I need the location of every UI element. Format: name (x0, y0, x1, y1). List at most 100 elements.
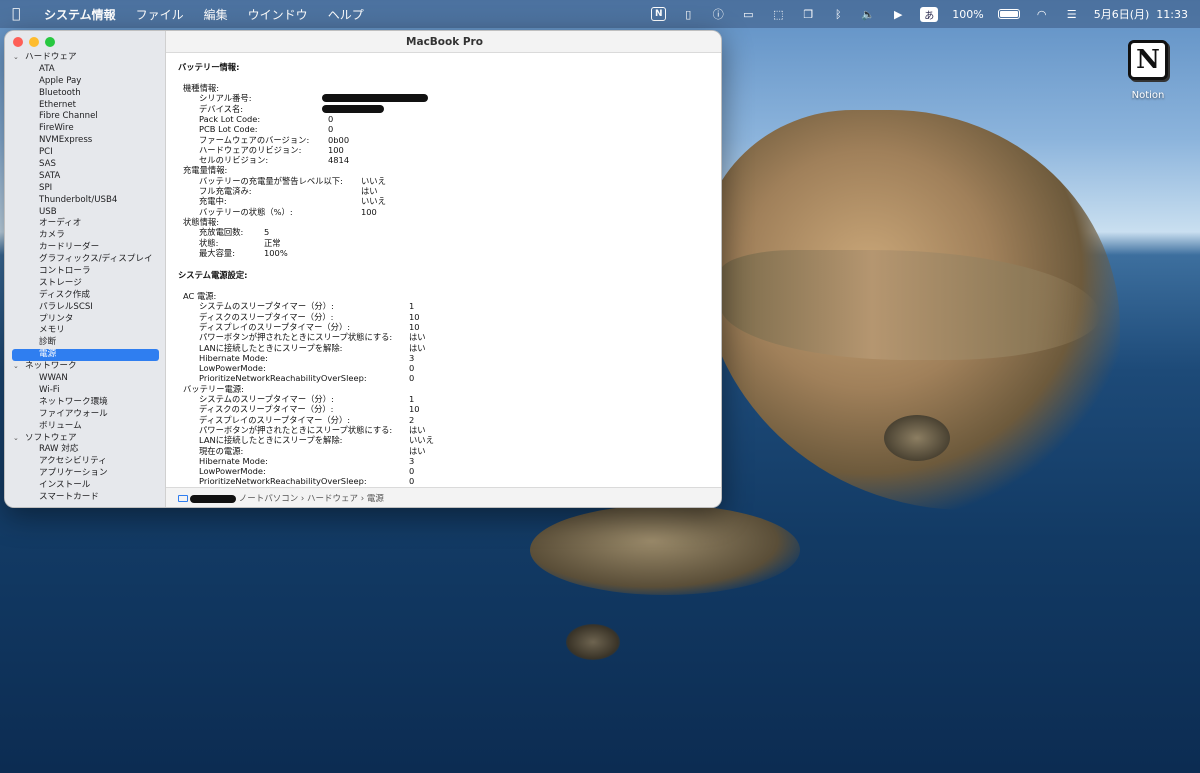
report-row: フル充電済み: はい (166, 186, 721, 196)
notion-desktop-app[interactable]: N Notion (1120, 40, 1176, 101)
sidebar-item[interactable]: 診断 (5, 337, 165, 349)
path-segment[interactable]: ノートパソコン (239, 494, 299, 504)
path-separator: › (300, 494, 305, 504)
sidebar-item[interactable]: パラレルSCSI (5, 302, 165, 314)
report-row: Hibernate Mode: 3 (166, 456, 721, 466)
sidebar-item[interactable]: ボリューム (5, 421, 165, 433)
sidebar-item[interactable]: USB (5, 207, 165, 219)
notion-menu-icon[interactable]: N (651, 7, 667, 21)
sidebar-category[interactable]: ⌄ ネットワーク (5, 361, 165, 373)
minimize-button[interactable] (29, 37, 39, 47)
sidebar-item-label: カードリーダー (39, 242, 100, 253)
sidebar-item-label: Ethernet (39, 99, 77, 110)
menu-clock[interactable]: 5月6日(月) 11:33 (1094, 6, 1188, 22)
sidebar-item-label: Wi-Fi (39, 384, 60, 395)
report-key: LANに接続したときにスリープを解除: (199, 435, 343, 446)
sidebar-item[interactable]: Bluetooth (5, 87, 165, 100)
report-row: LowPowerMode: 0 (166, 466, 721, 476)
report-row: ディスクのスリープタイマー（分）: 10 (166, 404, 721, 414)
sidebar-item[interactable]: Apple Pay (5, 76, 165, 88)
notion-logo-icon: N (1128, 40, 1168, 80)
sidebar-item[interactable]: SAS (5, 159, 165, 171)
sidebar-item[interactable]: Thunderbolt/USB4 (5, 195, 165, 207)
sidebar-item[interactable]: ネットワーク環境 (5, 397, 165, 409)
sidebar-item[interactable]: FireWire (5, 123, 165, 135)
redacted-value (322, 104, 384, 113)
apple-menu-icon[interactable]:  (12, 6, 30, 22)
wifi-icon[interactable]: ◠ (1034, 7, 1050, 21)
sidebar-item[interactable]: RAW 対応 (5, 444, 165, 456)
sidebar-item[interactable]: WWAN (5, 373, 165, 385)
sidebar-item-label: プリンタ (39, 313, 74, 324)
path-segment[interactable]: 電源 (367, 494, 384, 504)
zoom-button[interactable] (45, 37, 55, 47)
sidebar-item[interactable]: スマートカード (5, 492, 165, 504)
menu-edit[interactable]: 編集 (204, 6, 228, 23)
sidebar-category[interactable]: ⌄ ハードウェア (5, 52, 165, 64)
report-row: バッテリー電源: (166, 384, 721, 394)
sidebar-item[interactable]: プリンタ (5, 313, 165, 326)
chevron-down-icon[interactable]: ⌄ (13, 361, 25, 373)
report-value: 0 (328, 113, 334, 124)
sidebar-item[interactable]: ストレージ (5, 278, 165, 290)
sidebar-item[interactable]: Ethernet (5, 99, 165, 112)
sidebar-item[interactable]: アプリケーション (5, 468, 165, 480)
sidebar-item[interactable]: SPI (5, 183, 165, 195)
sidebar-item-label: ディスク作成 (39, 289, 90, 300)
battery-percent[interactable]: 100% (952, 8, 983, 21)
report-value: いいえ (361, 175, 386, 186)
sidebar-item[interactable]: ATA (5, 64, 165, 76)
control-center-icon[interactable]: ☰ (1064, 7, 1080, 21)
sidebar-item[interactable]: メモリ (5, 325, 165, 337)
report-key: 現在の電源: (199, 445, 244, 456)
report-row: シリアル番号: (166, 93, 721, 103)
sidebar-item[interactable]: SATA (5, 171, 165, 183)
menu-window[interactable]: ウインドウ (248, 6, 308, 23)
battery-menu-extra-icon[interactable]: ▯ (680, 7, 696, 21)
input-method-icon[interactable]: あ (920, 6, 939, 22)
sidebar-item[interactable]: グラフィックス/ディスプレイ (5, 254, 165, 266)
display-icon[interactable]: ▭ (740, 7, 756, 21)
path-segment[interactable]: ハードウェア (307, 494, 358, 504)
sidebar-item[interactable]: カードリーダー (5, 242, 165, 254)
sidebar-category[interactable]: ⌄ ソフトウェア (5, 433, 165, 445)
sidebar-item[interactable]: NVMExpress (5, 135, 165, 147)
report-row: PCB Lot Code: 0 (166, 124, 721, 135)
report-value: いいえ (409, 435, 434, 446)
sidebar-item[interactable]: アクセシビリティ (5, 456, 165, 468)
volume-icon[interactable]: 🔈 (860, 7, 876, 21)
report-row: パワーボタンが押されたときにスリープ状態にする: はい (166, 332, 721, 342)
sidebar-item[interactable]: PCI (5, 147, 165, 159)
sidebar-item[interactable]: ディスク作成 (5, 289, 165, 302)
sidebar-item[interactable]: オーディオ (5, 218, 165, 230)
menu-help[interactable]: ヘルプ (328, 6, 364, 23)
sidebar-item[interactable]: コントローラ (5, 266, 165, 278)
menu-app-name[interactable]: システム情報 (44, 6, 116, 23)
chevron-down-icon[interactable]: ⌄ (13, 433, 25, 445)
report-row: ディスクのスリープタイマー（分）: 10 (166, 312, 721, 322)
bluetooth-icon[interactable]: ᛒ (830, 7, 846, 21)
screen-mirror-icon[interactable]: ⬚ (770, 7, 786, 21)
chevron-down-icon[interactable]: ⌄ (13, 52, 25, 64)
battery-icon[interactable] (997, 9, 1020, 19)
report-key: PCB Lot Code: (199, 124, 258, 135)
report-value: 100 (328, 144, 344, 155)
menu-file[interactable]: ファイル (136, 6, 184, 23)
sidebar-item[interactable]: カメラ (5, 230, 165, 242)
sidebar-item[interactable]: Wi-Fi (5, 384, 165, 397)
play-icon[interactable]: ▶ (890, 7, 906, 21)
report-key: 充電量情報: (183, 165, 228, 176)
desktop-wallpaper-rock (884, 415, 950, 461)
sidebar-item[interactable]: インストール (5, 480, 165, 492)
sidebar-item[interactable]: ファイアウォール (5, 409, 165, 421)
close-button[interactable] (13, 37, 23, 47)
sidebar-item-label: Bluetooth (39, 87, 81, 98)
sidebar-item-label: コントローラ (39, 266, 91, 277)
sidebar-item[interactable]: Fibre Channel (5, 111, 165, 123)
sidebar-item-label: メモリ (39, 325, 65, 336)
info-icon[interactable]: ⓘ (710, 7, 726, 21)
window-stack-icon[interactable]: ❐ (800, 7, 816, 21)
sidebar-item-selected[interactable]: 電源 (12, 349, 159, 362)
sidebar-item-label: グラフィックス/ディスプレイ (39, 254, 153, 265)
redacted-device-name (190, 494, 236, 503)
